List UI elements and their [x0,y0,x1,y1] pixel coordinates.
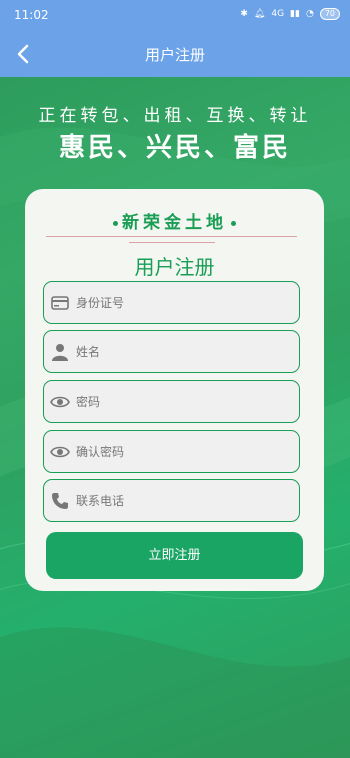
nav-bar: 用户注册 [0,30,350,77]
signal-icon: ▮▮ [290,9,300,19]
form-title: 用户注册 [134,255,215,279]
phone-icon [52,493,68,509]
dot-icon [231,221,236,226]
battery-icon: 70 [319,8,340,20]
register-button[interactable]: 立即注册 [46,532,303,579]
person-icon [52,344,68,361]
id-number-input[interactable] [76,282,291,323]
status-bar: 11:02 ✱ 🔔︎ 4G ▮▮ ◔ 70 [0,0,350,30]
signal-text: 4G [271,9,285,19]
register-card: 新荣金土地 用户注册 身份证号 姓名 联系电话 立即注册 [25,189,324,591]
id-number-field[interactable] [43,281,300,324]
status-time: 11:02 [14,8,49,22]
phone-field[interactable] [43,479,300,522]
confirm-password-input[interactable] [76,431,291,472]
brand-text: 新荣金土地 [122,213,227,233]
status-icons: ✱ 🔔︎ 4G ▮▮ ◔ 70 [240,8,340,20]
phone-input[interactable] [76,480,291,521]
bell-icon: 🔔︎ [253,9,266,19]
bluetooth-icon: ✱ [240,9,248,19]
password-input[interactable] [76,381,291,422]
slogan-line-1: 正在转包、出租、互换、转让 [38,106,312,126]
slogan-line-2: 惠民、兴民、富民 [58,133,291,163]
confirm-password-field[interactable] [43,430,300,473]
brand-title: 新荣金土地 [25,208,324,233]
divider [46,236,297,237]
eye-icon[interactable] [50,392,70,412]
dot-icon [113,221,118,226]
password-field[interactable] [43,380,300,423]
id-card-icon [51,296,69,310]
eye-icon[interactable] [50,442,70,462]
name-input[interactable] [76,331,291,372]
name-field[interactable] [43,330,300,373]
divider [129,242,215,243]
page-title: 用户注册 [144,46,205,64]
wifi-icon: ◔ [305,9,314,19]
